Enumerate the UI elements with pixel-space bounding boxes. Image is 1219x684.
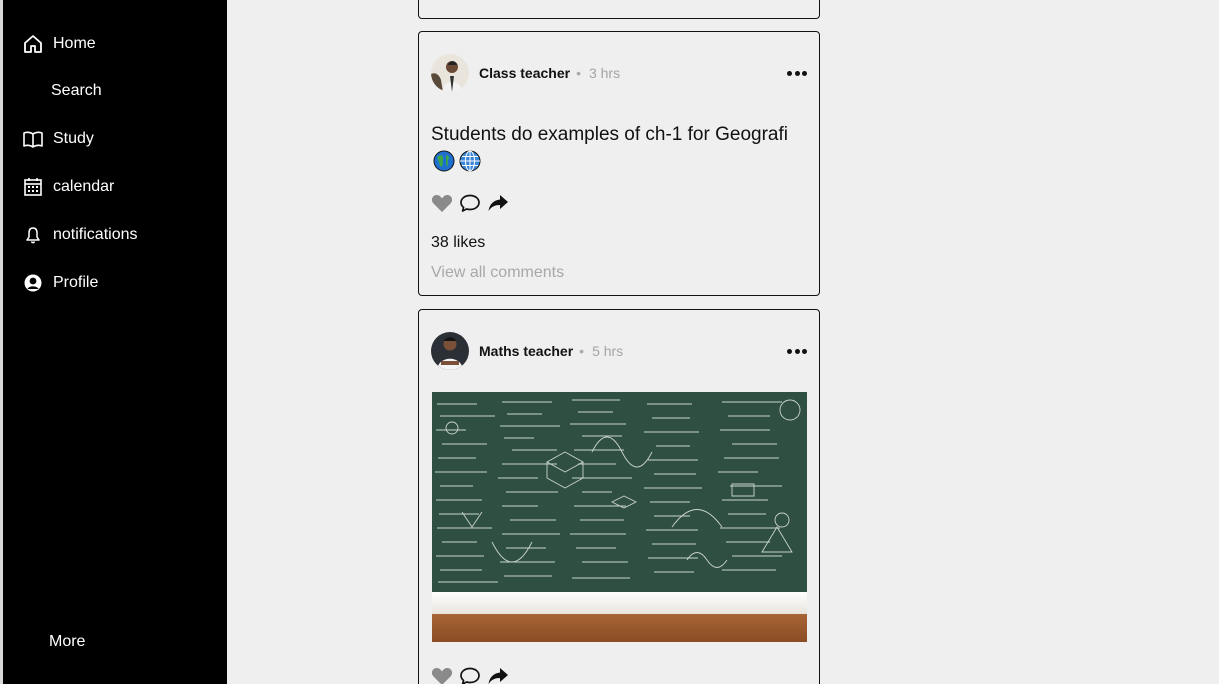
sidebar-item-search[interactable]: Search <box>23 77 102 105</box>
post-header: Class teacher • 3 hrs <box>431 54 807 92</box>
like-count: 38 likes <box>431 234 486 251</box>
post-card-partial <box>418 0 820 19</box>
share-arrow-icon[interactable] <box>487 665 509 684</box>
sidebar-item-calendar[interactable]: calendar <box>23 173 114 201</box>
separator-dot: • <box>576 65 581 81</box>
profile-icon <box>23 273 43 293</box>
comment-icon[interactable] <box>459 665 481 684</box>
sidebar-item-label: Search <box>51 82 102 99</box>
calendar-icon <box>23 177 43 197</box>
post-actions <box>431 192 509 214</box>
sidebar-item-label: notifications <box>53 226 138 243</box>
home-icon <box>23 34 43 54</box>
caption-emojis <box>433 150 481 172</box>
sidebar: Home Search Study calendar notifications… <box>0 0 227 684</box>
post-image-chalkboard[interactable] <box>432 392 807 642</box>
comment-icon[interactable] <box>459 192 481 214</box>
share-arrow-icon[interactable] <box>487 192 509 214</box>
book-icon <box>23 129 43 149</box>
globe-meridians-emoji <box>459 150 481 172</box>
post-author[interactable]: Maths teacher <box>479 343 573 359</box>
post-time: 3 hrs <box>588 65 621 81</box>
separator-dot: • <box>579 343 585 359</box>
sidebar-more-button[interactable]: More <box>19 628 85 656</box>
post-author[interactable]: Class teacher <box>479 65 570 81</box>
sidebar-item-home[interactable]: Home <box>23 30 96 58</box>
sidebar-item-label: Study <box>53 130 94 147</box>
post-card: Maths teacher • 5 hrs <box>418 309 820 684</box>
avatar[interactable] <box>431 54 469 92</box>
sidebar-item-label: calendar <box>53 178 115 195</box>
globe-americas-emoji <box>433 150 455 172</box>
post-actions <box>431 665 509 684</box>
more-options-icon[interactable] <box>787 64 807 82</box>
more-options-icon[interactable] <box>787 342 807 360</box>
sidebar-item-profile[interactable]: Profile <box>23 269 98 297</box>
post-caption: Students do examples of ch-1 for Geograf… <box>431 124 788 145</box>
sidebar-more-label: More <box>49 633 86 650</box>
like-heart-icon[interactable] <box>431 665 453 684</box>
sidebar-item-study[interactable]: Study <box>23 125 94 153</box>
like-heart-icon[interactable] <box>431 192 453 214</box>
avatar[interactable] <box>431 332 469 370</box>
sidebar-item-label: Profile <box>53 274 99 291</box>
post-time: 5 hrs <box>592 343 624 359</box>
post-card: Class teacher • 3 hrs Students do exampl… <box>418 31 820 296</box>
sidebar-item-label: Home <box>53 35 96 52</box>
bell-icon <box>23 225 43 245</box>
view-comments-link[interactable]: View all comments <box>431 264 564 282</box>
sidebar-item-notifications[interactable]: notifications <box>23 221 138 249</box>
post-header: Maths teacher • 5 hrs <box>431 332 807 370</box>
